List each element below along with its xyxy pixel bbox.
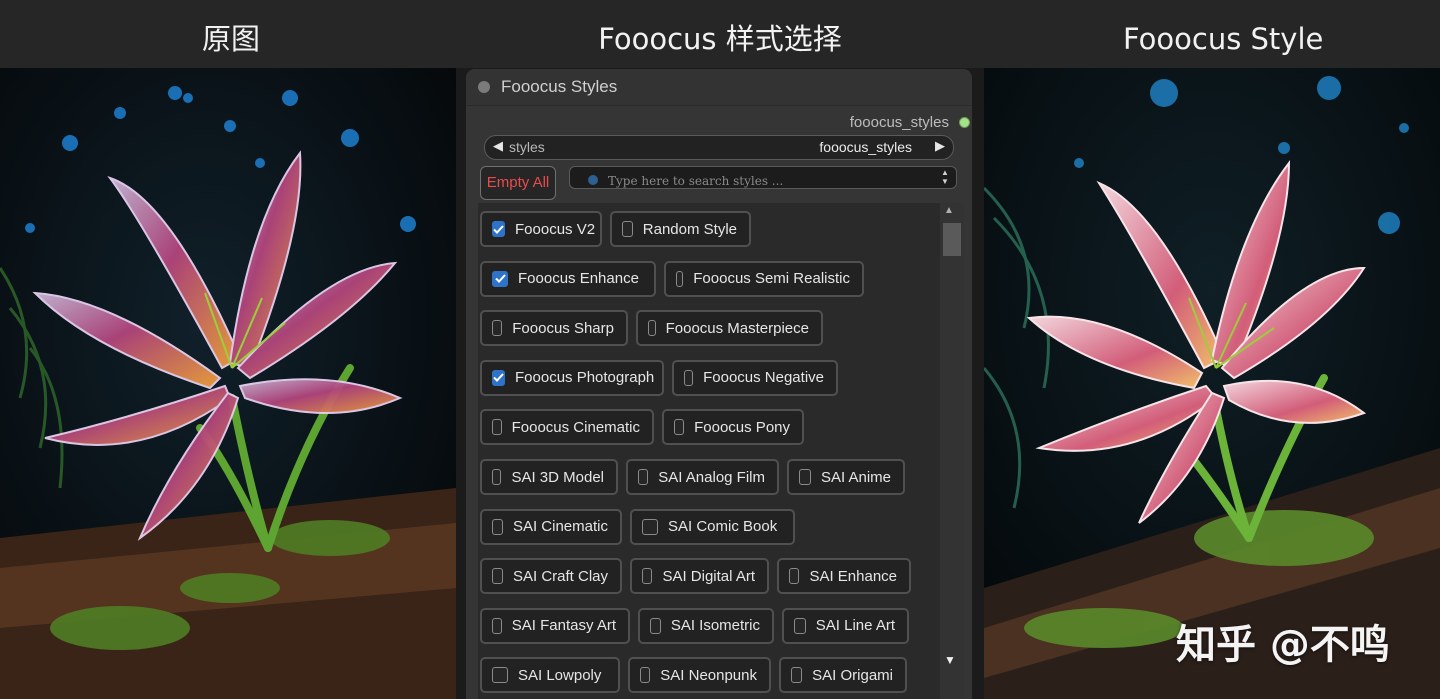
style-option-label: SAI Digital Art (662, 567, 755, 585)
style-option-label: SAI Craft Clay (512, 567, 608, 585)
style-option-random-style[interactable]: Random Style (610, 211, 751, 247)
caption-fooocus-style: Fooocus Style (1123, 22, 1324, 56)
search-spinner-arrows-icon[interactable]: ▲ ▼ (938, 168, 952, 187)
checkbox[interactable] (492, 320, 503, 337)
checkbox[interactable] (492, 568, 503, 585)
style-search-input[interactable] (608, 172, 928, 190)
style-option-sai-fantasy-art[interactable]: SAI Fantasy Art (480, 607, 630, 644)
checkbox[interactable] (789, 568, 800, 585)
checkbox[interactable] (648, 320, 656, 337)
combo-prev-arrow-icon[interactable]: ◀ (493, 138, 503, 154)
style-option-sai-cinematic[interactable]: SAI Cinematic (480, 508, 622, 545)
fooocus-styles-node: Fooocus Styles fooocus_styles ◀ styles f… (466, 69, 972, 699)
watermark: 知乎 @不鸣 (1176, 622, 1390, 668)
node-collapse-dot[interactable] (478, 81, 490, 93)
style-list-scrollbar[interactable]: ▲ ▼ (940, 203, 964, 699)
checkbox[interactable] (794, 617, 806, 634)
checkbox[interactable] (650, 617, 661, 634)
style-option-label: SAI Line Art (815, 617, 895, 635)
style-option-label: Fooocus Masterpiece (665, 319, 809, 337)
style-option-label: SAI Analog Film (658, 468, 765, 486)
checkbox[interactable] (640, 667, 651, 684)
style-option-fooocus-cinematic[interactable]: Fooocus Cinematic (480, 409, 654, 446)
style-option-sai-lowpoly[interactable]: SAI Lowpoly (480, 657, 620, 694)
style-option-label: Fooocus Enhance (518, 270, 639, 288)
checkbox[interactable] (492, 667, 508, 684)
checkbox[interactable] (642, 568, 653, 585)
caption-bar: 原图 Fooocus 样式选择 Fooocus Style (0, 0, 1440, 68)
style-option-label: SAI Anime (820, 468, 891, 486)
style-option-fooocus-v2[interactable]: Fooocus V2 (480, 211, 602, 247)
style-option-label: Fooocus V2 (515, 220, 596, 238)
checkbox[interactable] (492, 369, 505, 386)
checkbox[interactable] (684, 369, 694, 386)
checkbox[interactable] (492, 221, 505, 237)
output-label: fooocus_styles (849, 113, 949, 131)
style-option-label: SAI Isometric (670, 617, 760, 635)
style-option-label: Fooocus Negative (703, 369, 824, 387)
original-image (0, 68, 456, 699)
checkbox[interactable] (791, 667, 803, 684)
node-title: Fooocus Styles (501, 77, 618, 96)
combo-label: styles (509, 139, 545, 155)
style-option-label: SAI Fantasy Art (511, 617, 616, 635)
empty-all-button[interactable]: Empty All (480, 166, 556, 200)
combo-value[interactable]: fooocus_styles (819, 139, 912, 155)
style-option-label: Fooocus Semi Realistic (693, 270, 850, 288)
scroll-up-icon[interactable]: ▲ (944, 205, 954, 216)
checkbox[interactable] (492, 270, 508, 287)
checkbox[interactable] (492, 419, 502, 436)
checkbox[interactable] (638, 469, 649, 485)
combo-next-arrow-icon[interactable]: ▶ (935, 138, 945, 154)
style-option-label: Fooocus Pony (694, 418, 790, 436)
style-option-sai-enhance[interactable]: SAI Enhance (777, 558, 911, 595)
style-option-sai-analog-film[interactable]: SAI Analog Film (626, 459, 779, 495)
fooocus-style-image (984, 68, 1440, 699)
style-option-fooocus-masterpiece[interactable]: Fooocus Masterpiece (636, 310, 823, 347)
style-option-label: SAI Origami (812, 666, 893, 684)
output-slot: fooocus_styles (850, 113, 972, 131)
scroll-thumb[interactable] (943, 223, 961, 256)
style-option-label: SAI Neonpunk (660, 666, 757, 684)
style-search-box: ▲▼ (569, 166, 957, 190)
checkbox[interactable] (676, 270, 684, 287)
style-option-sai-isometric[interactable]: SAI Isometric (638, 607, 774, 644)
style-option-sai-3d-model[interactable]: SAI 3D Model (480, 459, 618, 495)
checkbox[interactable] (674, 419, 685, 436)
checkbox[interactable] (622, 221, 633, 237)
checkbox[interactable] (799, 469, 811, 485)
style-option-fooocus-sharp[interactable]: Fooocus Sharp (480, 310, 628, 347)
style-option-fooocus-negative[interactable]: Fooocus Negative (672, 359, 838, 396)
style-option-label: SAI Cinematic (512, 518, 608, 536)
style-option-fooocus-enhance[interactable]: Fooocus Enhance (480, 260, 656, 297)
style-option-label: SAI Lowpoly (518, 666, 602, 684)
style-option-fooocus-pony[interactable]: Fooocus Pony (662, 409, 804, 446)
style-option-sai-comic-book[interactable]: SAI Comic Book (630, 508, 795, 545)
style-option-fooocus-photograph[interactable]: Fooocus Photograph (480, 359, 664, 396)
style-option-sai-anime[interactable]: SAI Anime (787, 459, 905, 495)
style-option-sai-digital-art[interactable]: SAI Digital Art (630, 558, 769, 595)
node-header[interactable]: Fooocus Styles (466, 69, 972, 106)
style-option-label: Fooocus Photograph (515, 369, 655, 387)
style-option-sai-origami[interactable]: SAI Origami (779, 657, 907, 694)
style-option-sai-craft-clay[interactable]: SAI Craft Clay (480, 558, 622, 595)
style-option-label: SAI 3D Model (511, 468, 604, 486)
checkbox[interactable] (492, 617, 502, 634)
checkbox[interactable] (642, 518, 658, 535)
style-option-label: SAI Comic Book (668, 518, 778, 536)
style-option-label: Fooocus Sharp (512, 319, 614, 337)
search-indicator-icon (588, 175, 598, 185)
style-option-sai-line-art[interactable]: SAI Line Art (782, 607, 909, 644)
style-option-label: Fooocus Cinematic (511, 418, 640, 436)
style-option-fooocus-semi-realistic[interactable]: Fooocus Semi Realistic (664, 260, 864, 297)
style-checkbox-list[interactable]: Fooocus V2 Random Style Fooocus Enhance Foo… (478, 203, 964, 699)
style-option-label: SAI Enhance (809, 567, 897, 585)
output-connector-dot[interactable] (959, 116, 970, 128)
checkbox[interactable] (492, 518, 503, 535)
checkbox[interactable] (492, 469, 502, 485)
style-option-label: Random Style (642, 220, 737, 238)
style-option-sai-neonpunk[interactable]: SAI Neonpunk (628, 657, 771, 694)
styles-combo-widget[interactable]: ◀ styles fooocus_styles ▶ (484, 135, 954, 160)
scroll-down-icon[interactable]: ▼ (944, 653, 956, 667)
